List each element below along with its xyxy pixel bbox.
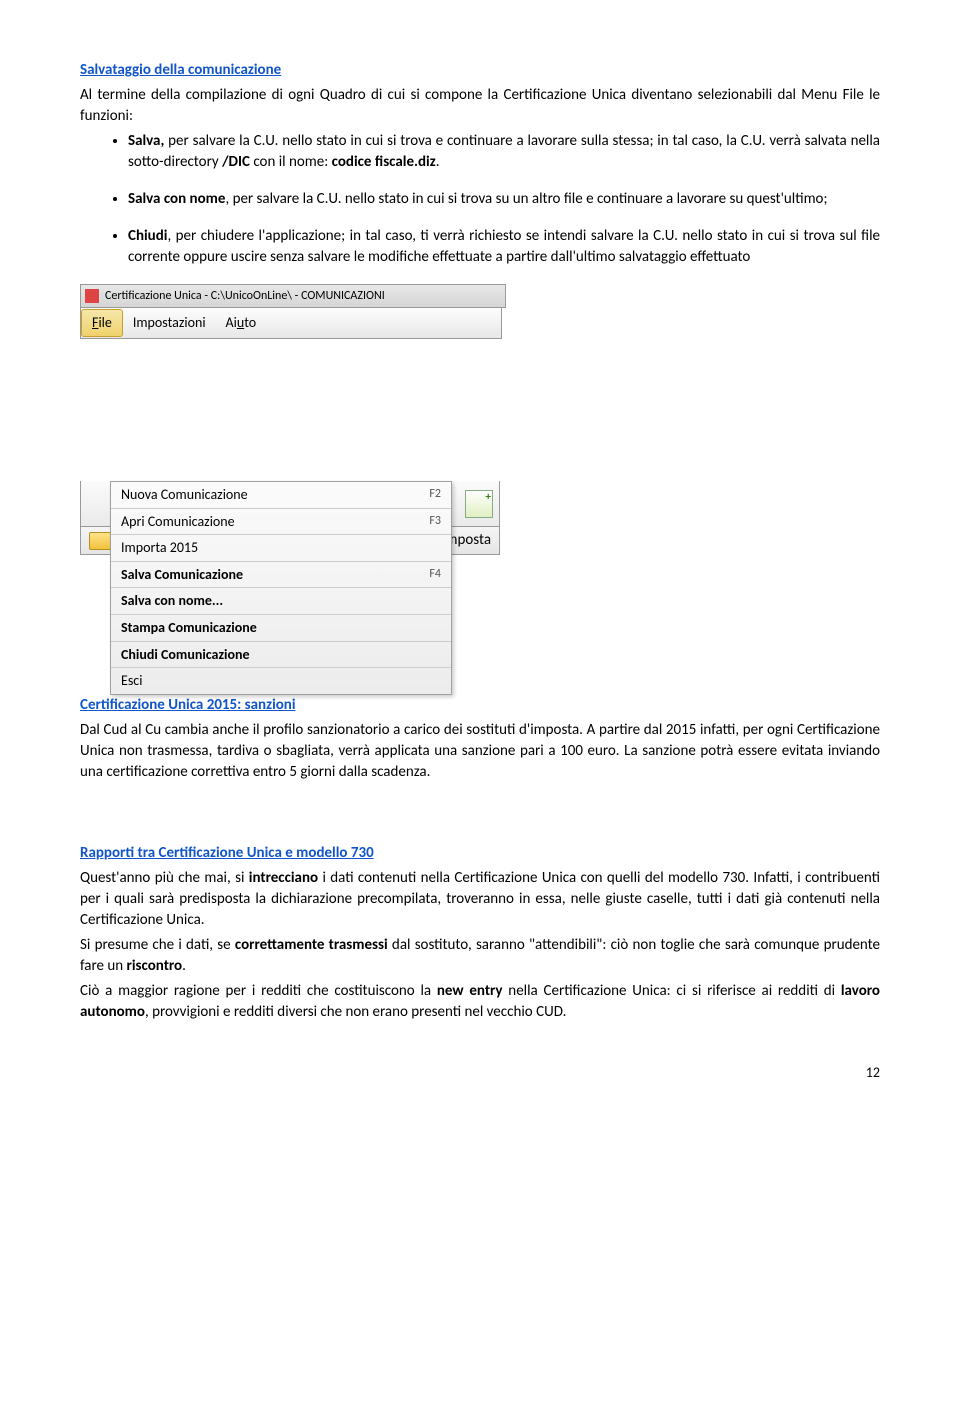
menu-item-label: Salva Comunicazione — [121, 565, 243, 585]
list-item: Salva con nome, per salvare la C.U. nell… — [128, 189, 880, 210]
section-title-rapporti: Rapporti tra Certificazione Unica e mode… — [80, 843, 880, 864]
menu-item-stampa[interactable]: Stampa Comunicazione — [111, 615, 451, 642]
app-menubar: File Impostazioni Aiuto — [80, 308, 502, 339]
menu-aiuto[interactable]: Aiuto — [216, 313, 267, 333]
intro-paragraph: Al termine della compilazione di ogni Qu… — [80, 85, 880, 127]
text-span: Si presume che i dati, se — [80, 936, 235, 954]
menu-item-apri[interactable]: Apri Comunicazione F3 — [111, 509, 451, 536]
menu-item-salva[interactable]: Salva Comunicazione F4 — [111, 562, 451, 589]
app-title: Certificazione Unica - C:\UnicoOnLine\ -… — [105, 288, 385, 305]
bold-span: intrecciano — [249, 869, 318, 887]
menu-item-salva-nome[interactable]: Salva con nome... — [111, 588, 451, 615]
rapporti-p2: Si presume che i dati, se correttamente … — [80, 935, 880, 977]
menu-item-label: Importa 2015 — [121, 538, 198, 558]
menu-item-label: Nuova Comunicazione — [121, 485, 248, 505]
text-span: . — [182, 957, 186, 975]
page-number: 12 — [80, 1063, 880, 1083]
menu-file-rest: ile — [98, 314, 111, 331]
bold-span: riscontro — [127, 957, 183, 975]
bullet-list: Salva, per salvare la C.U. nello stato i… — [80, 131, 880, 268]
rapporti-p1: Quest'anno più che mai, si intrecciano i… — [80, 868, 880, 931]
file-dropdown: Nuova Comunicazione F2 Apri Comunicazione… — [110, 481, 452, 695]
bold-span: new entry — [437, 982, 503, 1000]
menu-item-nuova[interactable]: Nuova Comunicazione F2 — [111, 482, 451, 509]
text-span: Quest'anno più che mai, si — [80, 869, 249, 887]
rapporti-p3: Ciò a maggior ragione per i redditi che … — [80, 981, 880, 1023]
menu-shortcut: F3 — [429, 513, 441, 530]
new-item-icon[interactable] — [465, 490, 493, 518]
menu-shortcut: F2 — [429, 486, 441, 503]
sanzioni-paragraph: Dal Cud al Cu cambia anche il profilo sa… — [80, 720, 880, 783]
application-screenshot: Certificazione Unica - C:\UnicoOnLine\ -… — [80, 284, 880, 555]
menu-shortcut: F4 — [429, 566, 441, 583]
menu-impostazioni[interactable]: Impostazioni — [123, 313, 216, 333]
menu-item-label: Apri Comunicazione — [121, 512, 235, 532]
bullet-text: . — [436, 153, 440, 171]
menu-item-esci[interactable]: Esci — [111, 668, 451, 694]
section-title-sanzioni: Certificazione Unica 2015: sanzioni — [80, 695, 880, 716]
list-item: Salva, per salvare la C.U. nello stato i… — [128, 131, 880, 173]
bold-span: correttamente trasmessi — [235, 936, 388, 954]
bullet-term: Salva con nome — [128, 190, 225, 208]
menu-item-label: Esci — [121, 671, 142, 691]
list-item: Chiudi, per chiudere l'applicazione; in … — [128, 226, 880, 268]
bullet-term: Salva, — [128, 132, 164, 150]
menu-aiuto-a: A — [226, 314, 234, 331]
app-titlebar: Certificazione Unica - C:\UnicoOnLine\ -… — [80, 284, 506, 308]
menu-item-label: Chiudi Comunicazione — [121, 645, 250, 665]
bullet-text: , per salvare la C.U. nello stato in cui… — [225, 190, 827, 208]
text-span: nella Certificazione Unica: ci si riferi… — [503, 982, 841, 1000]
bullet-text: , per chiudere l'applicazione; in tal ca… — [128, 227, 880, 266]
bullet-term: /DIC — [222, 153, 250, 171]
section-title-salvataggio: Salvataggio della comunicazione — [80, 60, 880, 81]
bullet-term: Chiudi — [128, 227, 167, 245]
menu-item-chiudi[interactable]: Chiudi Comunicazione — [111, 642, 451, 669]
app-icon — [85, 289, 99, 303]
menu-item-label: Salva con nome... — [121, 591, 223, 611]
menu-item-importa[interactable]: Importa 2015 — [111, 535, 451, 562]
text-span: , provvigioni e redditi diversi che non … — [145, 1003, 566, 1021]
menu-aiuto-to: to — [244, 314, 256, 331]
text-span: Ciò a maggior ragione per i redditi che … — [80, 982, 437, 1000]
menu-file[interactable]: File — [81, 309, 123, 337]
menu-item-label: Stampa Comunicazione — [121, 618, 257, 638]
bullet-term: codice fiscale.diz — [332, 153, 436, 171]
bullet-text: con il nome: — [250, 153, 332, 171]
